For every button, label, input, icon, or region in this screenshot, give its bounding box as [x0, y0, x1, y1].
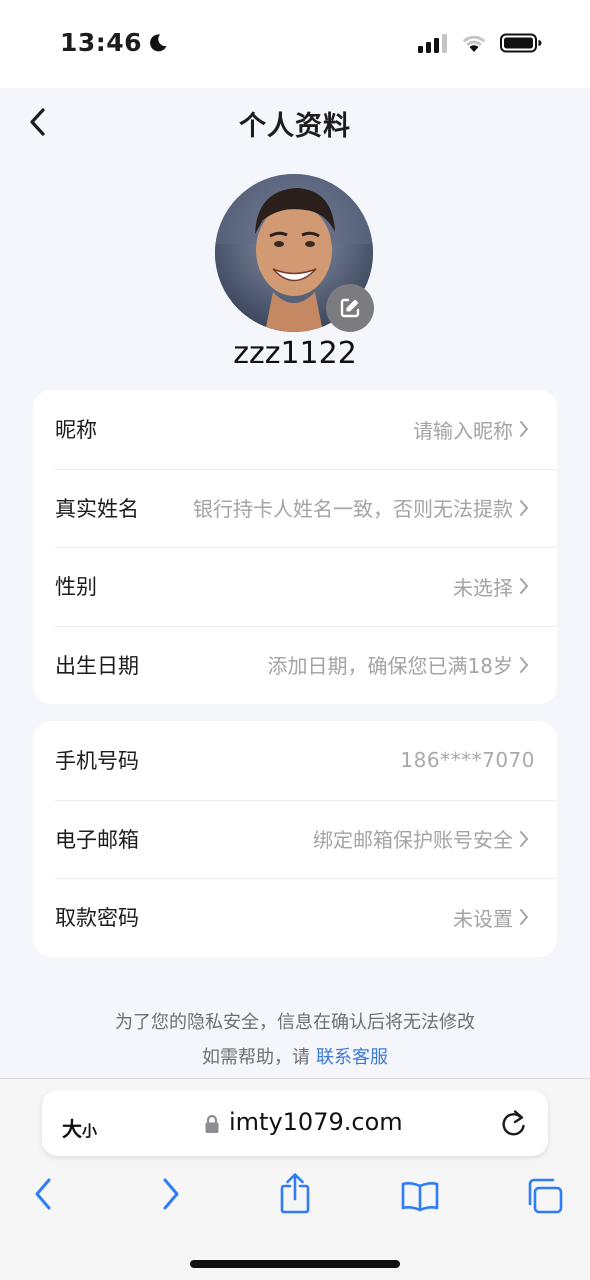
moon-icon — [150, 33, 167, 51]
chevron-right-icon — [519, 656, 529, 674]
withdrawal-password-row[interactable]: 取款密码 未设置 — [33, 878, 557, 957]
edit-icon — [340, 298, 360, 318]
birthdate-row[interactable]: 出生日期 添加日期，确保您已满18岁 — [33, 625, 557, 705]
username: zzz1122 — [233, 336, 357, 371]
email-row[interactable]: 电子邮箱 绑定邮箱保护账号安全 — [33, 799, 557, 879]
gender-value: 未选择 — [453, 575, 513, 600]
text-size-button[interactable]: 大小 — [62, 1113, 97, 1142]
nickname-label: 昵称 — [55, 418, 97, 443]
status-bar: 13:46 — [0, 0, 590, 88]
tabs-icon — [528, 1178, 563, 1214]
chevron-right-icon — [519, 499, 529, 517]
phone-value: 186****7070 — [400, 748, 535, 773]
browser-back-button[interactable] — [32, 1176, 54, 1212]
share-button[interactable] — [279, 1172, 311, 1214]
tabs-button[interactable] — [526, 1178, 564, 1214]
share-icon — [280, 1173, 310, 1214]
wifi-icon — [462, 35, 486, 52]
chevron-right-icon — [519, 420, 529, 438]
browser-forward-button[interactable] — [160, 1176, 182, 1212]
help-line: 如需帮助，请 联系客服 — [0, 1043, 590, 1069]
phone-row: 手机号码 186****7070 — [33, 721, 557, 800]
cellular-signal-icon — [418, 34, 447, 53]
phone-label: 手机号码 — [55, 749, 139, 774]
withdrawal-password-value: 未设置 — [453, 906, 513, 931]
birthdate-value: 添加日期，确保您已满18岁 — [267, 654, 513, 679]
privacy-note: 为了您的隐私安全，信息在确认后将无法修改 — [115, 1012, 475, 1033]
nickname-row[interactable]: 昵称 请输入昵称 — [33, 390, 557, 469]
gender-label: 性别 — [55, 575, 97, 600]
birthdate-label: 出生日期 — [55, 653, 139, 678]
back-icon — [35, 1178, 51, 1210]
real-name-value: 银行持卡人姓名一致，否则无法提款 — [193, 497, 513, 522]
help-prefix: 如需帮助，请 — [202, 1047, 310, 1068]
withdrawal-password-label: 取款密码 — [55, 906, 139, 931]
status-time: 13:46 — [60, 28, 143, 57]
chevron-right-icon — [519, 908, 529, 926]
forward-icon — [163, 1178, 179, 1210]
real-name-label: 真实姓名 — [55, 496, 139, 521]
url-text[interactable]: imty1079.com — [229, 1108, 403, 1136]
gender-row[interactable]: 性别 未选择 — [33, 547, 557, 626]
email-value: 绑定邮箱保护账号安全 — [313, 828, 513, 853]
bookmarks-button[interactable] — [400, 1180, 440, 1212]
reload-icon[interactable] — [500, 1109, 528, 1139]
chevron-right-icon — [519, 577, 529, 595]
email-label: 电子邮箱 — [55, 827, 139, 852]
battery-icon — [500, 33, 542, 53]
chevron-right-icon — [519, 830, 529, 848]
contact-support-link[interactable]: 联系客服 — [316, 1047, 388, 1068]
bookmarks-icon — [401, 1182, 439, 1212]
home-indicator — [190, 1260, 400, 1268]
avatar-edit-button[interactable] — [326, 284, 374, 332]
lock-icon — [205, 1114, 219, 1133]
nickname-value: 请输入昵称 — [413, 418, 513, 443]
page-title: 个人资料 — [239, 111, 351, 142]
security-card: 手机号码 186****7070 电子邮箱 绑定邮箱保护账号安全 取款密码 未设… — [33, 721, 557, 957]
basic-info-card: 昵称 请输入昵称 真实姓名 银行持卡人姓名一致，否则无法提款 性别 未选择 出生… — [33, 390, 557, 704]
real-name-row[interactable]: 真实姓名 银行持卡人姓名一致，否则无法提款 — [33, 468, 557, 548]
